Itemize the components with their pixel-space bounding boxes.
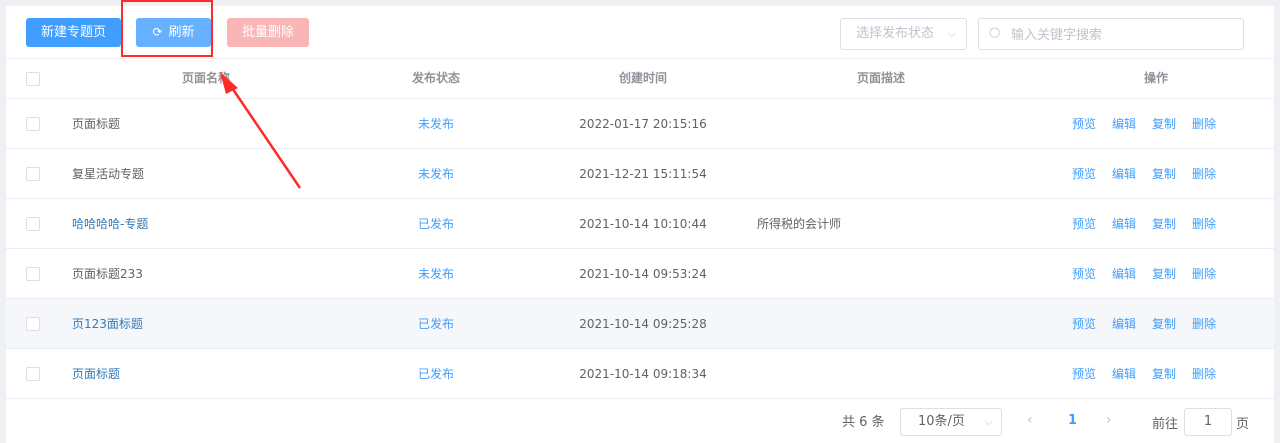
row-status: 已发布 xyxy=(417,217,454,231)
row-status: 已发布 xyxy=(417,317,454,331)
current-page-number[interactable]: 1 xyxy=(1068,413,1077,428)
delete-link[interactable]: 删除 xyxy=(1192,367,1216,381)
row-actions: 预览 编辑 复制 删除 xyxy=(1072,149,1242,199)
delete-link[interactable]: 删除 xyxy=(1192,167,1216,181)
edit-link[interactable]: 编辑 xyxy=(1112,367,1136,381)
chevron-down-icon: ⌵ xyxy=(947,27,956,40)
search-box[interactable]: ○ xyxy=(978,18,1244,50)
row-name: 复星活动专题 xyxy=(72,167,145,181)
copy-link[interactable]: 复制 xyxy=(1152,117,1176,131)
row-status: 未发布 xyxy=(417,117,454,131)
copy-link[interactable]: 复制 xyxy=(1152,167,1176,181)
publish-status-placeholder: 选择发布状态 xyxy=(856,26,935,41)
row-status: 已发布 xyxy=(417,367,454,381)
publish-status-select[interactable]: 选择发布状态 ⌵ xyxy=(840,18,967,50)
row-checkbox[interactable] xyxy=(26,217,40,231)
content-panel: 新建专题页 ⟳刷新 批量删除 选择发布状态 ⌵ ○ 页面名称 发布状态 创建时间… xyxy=(6,6,1274,443)
row-status: 未发布 xyxy=(417,167,454,181)
prev-page-icon[interactable]: ‹ xyxy=(1027,412,1033,428)
batch-delete-button[interactable]: 批量删除 xyxy=(227,18,309,47)
goto-label: 前往 xyxy=(1152,417,1179,432)
page-suffix: 页 xyxy=(1236,417,1250,432)
pagination-total: 共 6 条 xyxy=(842,415,885,430)
row-name[interactable]: 哈哈哈哈-专题 xyxy=(72,199,148,249)
row-checkbox[interactable] xyxy=(26,367,40,381)
row-status: 未发布 xyxy=(417,267,454,281)
page-size-select[interactable]: 10条/页 ⌵ xyxy=(900,408,1002,436)
table-row: 页面标题 未发布 2022-01-17 20:15:16 预览 编辑 复制 删除 xyxy=(6,99,1274,149)
edit-link[interactable]: 编辑 xyxy=(1112,267,1136,281)
preview-link[interactable]: 预览 xyxy=(1072,267,1096,281)
table-row: 页123面标题 已发布 2021-10-14 09:25:28 预览 编辑 复制 删除 xyxy=(6,299,1274,349)
row-checkbox[interactable] xyxy=(26,167,40,181)
row-name[interactable]: 页面标题 xyxy=(72,349,120,399)
row-actions: 预览 编辑 复制 删除 xyxy=(1072,249,1242,299)
new-topic-page-button[interactable]: 新建专题页 xyxy=(26,18,121,47)
row-desc: 所得税的会计师 xyxy=(757,217,842,231)
header-desc: 页面描述 xyxy=(856,71,905,85)
edit-link[interactable]: 编辑 xyxy=(1112,317,1136,331)
row-name: 页面标题233 xyxy=(72,267,143,281)
row-created: 2021-10-14 10:10:44 xyxy=(579,217,707,231)
row-actions: 预览 编辑 复制 删除 xyxy=(1072,99,1242,149)
preview-link[interactable]: 预览 xyxy=(1072,167,1096,181)
table-header: 页面名称 发布状态 创建时间 页面描述 操作 xyxy=(6,58,1274,99)
row-checkbox[interactable] xyxy=(26,267,40,281)
next-page-icon[interactable]: › xyxy=(1106,412,1112,428)
table-row: 页面标题 已发布 2021-10-14 09:18:34 预览 编辑 复制 删除 xyxy=(6,349,1274,399)
preview-link[interactable]: 预览 xyxy=(1072,317,1096,331)
row-checkbox[interactable] xyxy=(26,317,40,331)
copy-link[interactable]: 复制 xyxy=(1152,217,1176,231)
copy-link[interactable]: 复制 xyxy=(1152,267,1176,281)
row-name: 页面标题 xyxy=(72,117,121,131)
search-icon: ○ xyxy=(989,25,1001,40)
row-created: 2022-01-17 20:15:16 xyxy=(579,117,707,131)
delete-link[interactable]: 删除 xyxy=(1192,267,1216,281)
delete-link[interactable]: 删除 xyxy=(1192,217,1216,231)
goto-page-input[interactable]: 1 xyxy=(1184,408,1232,436)
row-actions: 预览 编辑 复制 删除 xyxy=(1072,349,1242,399)
page-size-value: 10条/页 xyxy=(918,414,965,429)
edit-link[interactable]: 编辑 xyxy=(1112,217,1136,231)
header-status: 发布状态 xyxy=(411,71,460,85)
row-checkbox[interactable] xyxy=(26,117,40,131)
chevron-down-icon: ⌵ xyxy=(984,415,993,428)
row-created: 2021-10-14 09:25:28 xyxy=(579,317,707,331)
header-actions: 操作 xyxy=(1143,71,1168,85)
table-row: 哈哈哈哈-专题 已发布 2021-10-14 10:10:44 所得税的会计师 … xyxy=(6,199,1274,249)
delete-link[interactable]: 删除 xyxy=(1192,317,1216,331)
row-created: 2021-10-14 09:53:24 xyxy=(579,267,707,281)
copy-link[interactable]: 复制 xyxy=(1152,367,1176,381)
search-input[interactable] xyxy=(1009,24,1238,46)
table-row: 页面标题233 未发布 2021-10-14 09:53:24 预览 编辑 复制 删除 xyxy=(6,249,1274,299)
preview-link[interactable]: 预览 xyxy=(1072,367,1096,381)
select-all-checkbox[interactable] xyxy=(26,72,40,86)
refresh-highlight-box xyxy=(121,0,213,57)
copy-link[interactable]: 复制 xyxy=(1152,317,1176,331)
preview-link[interactable]: 预览 xyxy=(1072,117,1096,131)
table-row: 复星活动专题 未发布 2021-12-21 15:11:54 预览 编辑 复制 删除 xyxy=(6,149,1274,199)
header-name: 页面名称 xyxy=(181,71,230,85)
row-created: 2021-12-21 15:11:54 xyxy=(579,167,707,181)
row-created: 2021-10-14 09:18:34 xyxy=(579,367,707,381)
delete-link[interactable]: 删除 xyxy=(1192,117,1216,131)
pagination: 共 6 条 10条/页 ⌵ ‹ 1 › 前往 1 页 xyxy=(6,403,1274,443)
header-created: 创建时间 xyxy=(618,71,667,85)
row-actions: 预览 编辑 复制 删除 xyxy=(1072,299,1242,349)
edit-link[interactable]: 编辑 xyxy=(1112,117,1136,131)
row-name[interactable]: 页123面标题 xyxy=(72,299,143,349)
edit-link[interactable]: 编辑 xyxy=(1112,167,1136,181)
row-actions: 预览 编辑 复制 删除 xyxy=(1072,199,1242,249)
preview-link[interactable]: 预览 xyxy=(1072,217,1096,231)
